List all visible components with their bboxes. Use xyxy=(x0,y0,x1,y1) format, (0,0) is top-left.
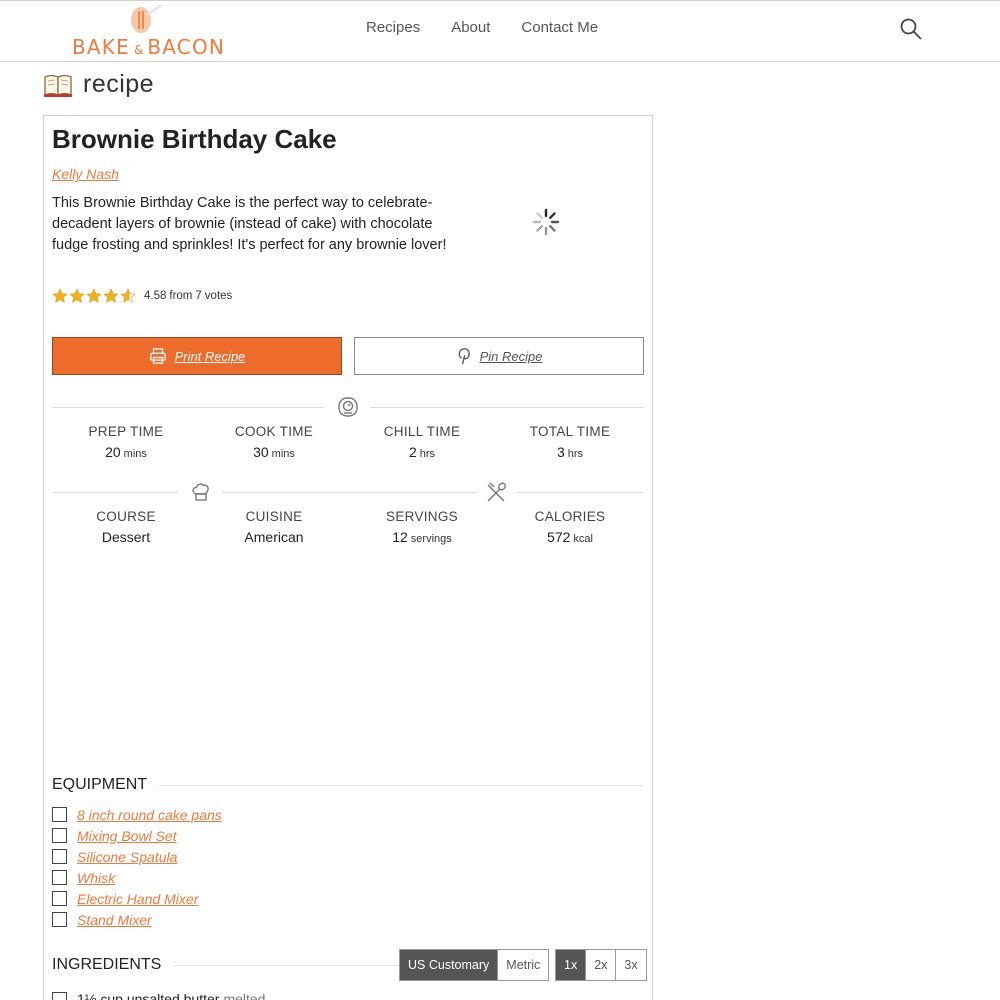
star-icon[interactable] xyxy=(69,288,85,304)
list-item: Mixing Bowl Set xyxy=(52,825,222,846)
nav-recipes[interactable]: Recipes xyxy=(366,19,420,36)
checkbox[interactable] xyxy=(52,828,67,843)
recipe-title: Brownie Birthday Cake xyxy=(52,124,337,154)
servings: SERVINGS 12 servings xyxy=(386,509,458,545)
checkbox[interactable] xyxy=(52,849,67,864)
prep-time: PREP TIME 20 mins xyxy=(88,424,164,460)
calories: CALORIES 572 kcal xyxy=(534,509,606,545)
recipe-summary: This Brownie Birthday Cake is the perfec… xyxy=(52,195,447,253)
equipment-list: 8 inch round cake pans Mixing Bowl Set S… xyxy=(52,804,222,930)
nav-contact[interactable]: Contact Me xyxy=(521,19,598,36)
course: COURSE Dessert xyxy=(96,509,156,545)
scale-3x-button[interactable]: 3x xyxy=(615,950,646,980)
list-item: 8 inch round cake pans xyxy=(52,804,222,825)
ingredient-item: 1½ cup unsalted butter melted xyxy=(52,991,265,1000)
chill-time: CHILL TIME 2 hrs xyxy=(383,424,461,460)
checkbox[interactable] xyxy=(52,912,67,927)
star-icon[interactable] xyxy=(52,288,68,304)
equipment-link[interactable]: Electric Hand Mixer xyxy=(77,891,198,907)
recipe-author-link[interactable]: Kelly Nash xyxy=(52,166,119,182)
chef-hat-icon xyxy=(192,483,209,501)
print-recipe-button[interactable]: Print Recipe xyxy=(52,337,342,375)
nav-about[interactable]: About xyxy=(451,19,490,36)
recipe-card: Brownie Birthday Cake Kelly Nash This Br… xyxy=(43,115,653,1000)
fork-spoon-icon xyxy=(487,482,506,502)
pin-recipe-button[interactable]: Pin Recipe xyxy=(354,337,644,375)
total-time: TOTAL TIME 3 hrs xyxy=(529,424,611,460)
equipment-link[interactable]: Mixing Bowl Set xyxy=(77,828,177,844)
star-icon[interactable] xyxy=(86,288,102,304)
checkbox[interactable] xyxy=(52,991,67,1000)
star-half-icon[interactable] xyxy=(120,288,136,304)
equipment-link[interactable]: Silicone Spatula xyxy=(77,849,177,865)
list-item: Stand Mixer xyxy=(52,909,222,930)
recipe-rating: 4.58 from 7 votes xyxy=(52,288,235,304)
section-heading: recipe xyxy=(43,70,154,99)
search-icon[interactable] xyxy=(899,17,923,41)
equipment-link[interactable]: 8 inch round cake pans xyxy=(77,807,222,823)
list-item: Electric Hand Mixer xyxy=(52,888,222,909)
logo-text: BAKE & BACON xyxy=(72,35,226,59)
ingredients-heading: INGREDIENTS US Customary Metric 1x 2x 3x xyxy=(52,949,647,981)
list-item: Silicone Spatula xyxy=(52,846,222,867)
scale-2x-button[interactable]: 2x xyxy=(585,950,616,980)
open-book-icon xyxy=(44,74,72,97)
cook-time: COOK TIME 30 mins xyxy=(234,424,314,460)
recipe-times: PREP TIME 20 mins COOK TIME 30 mins CHILL … xyxy=(52,424,644,460)
checkbox[interactable] xyxy=(52,891,67,906)
details-divider xyxy=(52,481,644,503)
rating-summary: 4.58 from 7 votes xyxy=(144,290,233,302)
rating-stars[interactable] xyxy=(52,288,136,304)
section-label: recipe xyxy=(83,70,155,98)
whisk-logo-icon xyxy=(131,5,162,33)
recipe-scale-toggle: 1x 2x 3x xyxy=(555,949,647,981)
metric-button[interactable]: Metric xyxy=(497,950,549,980)
timer-icon xyxy=(338,397,358,417)
cuisine: CUISINE American xyxy=(244,509,304,545)
printer-icon xyxy=(149,348,166,364)
loading-spinner-icon xyxy=(532,208,560,236)
checkbox[interactable] xyxy=(52,870,67,885)
us-customary-button[interactable]: US Customary xyxy=(400,950,498,980)
list-item: Whisk xyxy=(52,867,222,888)
site-header: BAKE & BACON Recipes About Contact Me xyxy=(0,0,1000,62)
site-logo[interactable]: BAKE & BACON xyxy=(72,3,237,59)
unit-system-toggle: US Customary Metric xyxy=(399,949,550,981)
times-divider xyxy=(52,396,644,418)
main-nav: Recipes About Contact Me xyxy=(366,19,598,36)
checkbox[interactable] xyxy=(52,807,67,822)
recipe-details: COURSE Dessert CUISINE American SERVINGS… xyxy=(52,509,644,545)
equipment-link[interactable]: Whisk xyxy=(77,870,115,886)
pinterest-icon xyxy=(458,348,470,365)
scale-1x-button[interactable]: 1x xyxy=(556,950,586,980)
equipment-heading: EQUIPMENT xyxy=(52,776,644,794)
star-icon[interactable] xyxy=(103,288,119,304)
equipment-link[interactable]: Stand Mixer xyxy=(77,912,152,928)
